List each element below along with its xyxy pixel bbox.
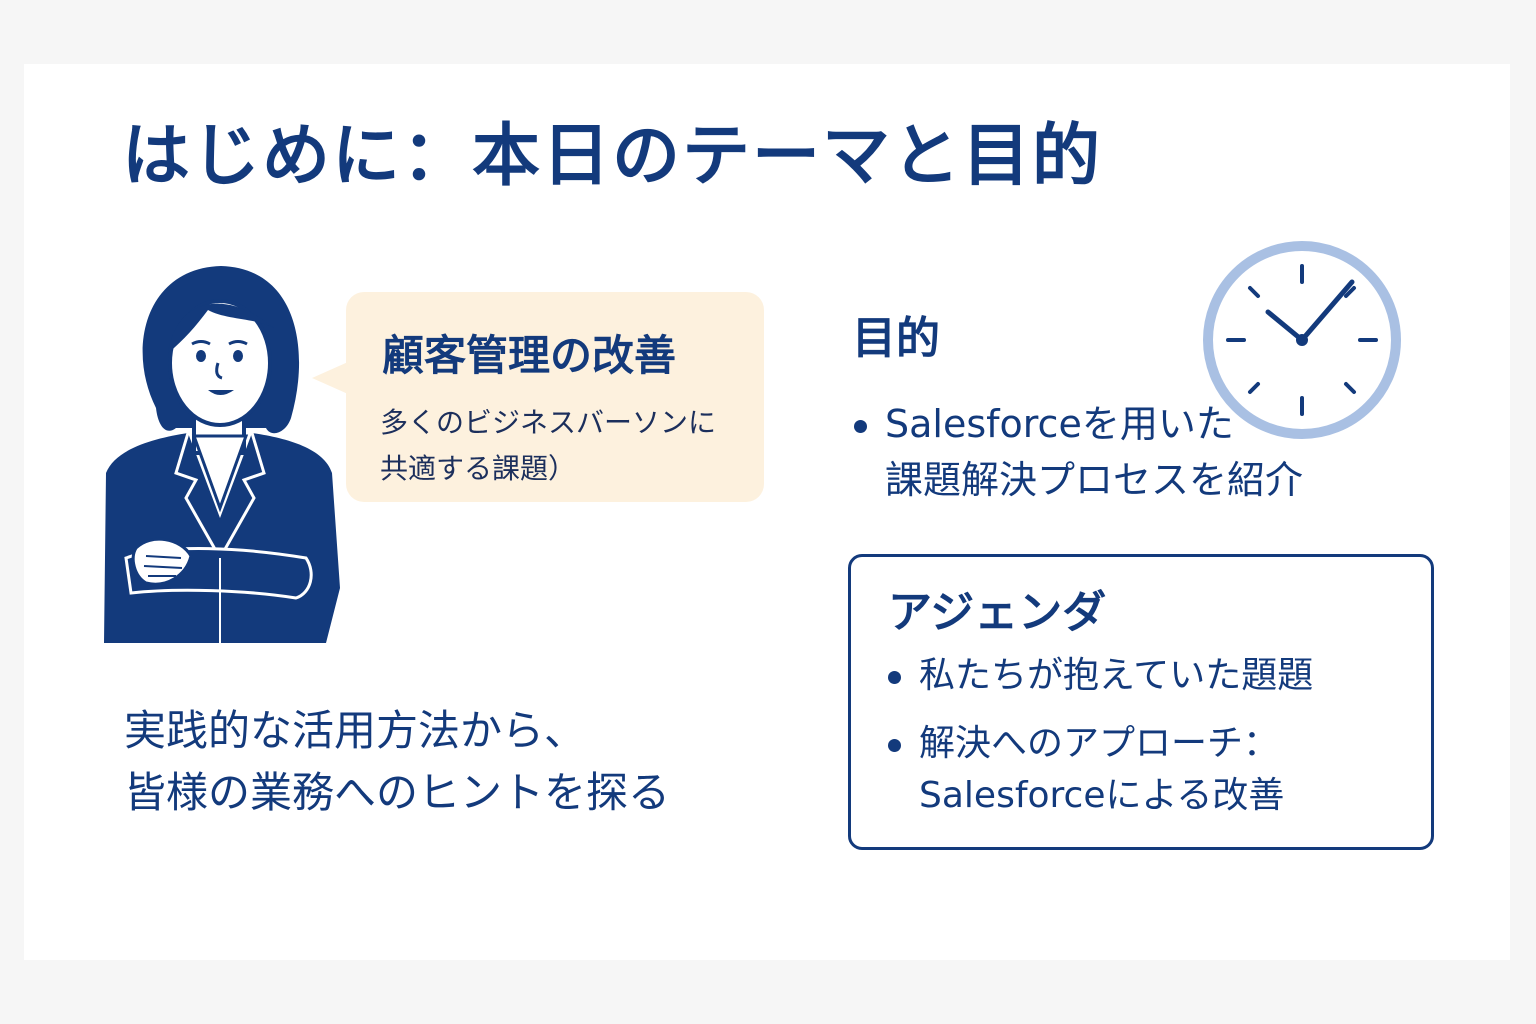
agenda-item-2: 解決へのアプローチ： Salesforceによる改善: [888, 718, 1284, 822]
summary-line-1: 実践的な活用方法から、: [124, 706, 587, 755]
businesswoman-icon: [104, 266, 340, 643]
agenda-item-2-line-1: 解決へのアプローチ：: [919, 723, 1280, 764]
purpose-bullet-line-2: 課題解決プロセスを紹介: [885, 458, 1304, 502]
bullet-icon: [888, 738, 901, 752]
clock-icon: [1203, 241, 1401, 439]
bubble-text-line-2: 共適する課題）: [380, 452, 577, 485]
agenda-item-1: 私たちが抱えていた題題: [888, 650, 1313, 702]
bubble-title: 顧客管理の改善: [382, 331, 677, 380]
summary-line-2: 皆様の業務へのヒントを探る: [124, 768, 671, 817]
agenda-heading: アジェンダ: [888, 587, 1107, 638]
bubble-text: 多くのビジネスバーソンに 共適する課題）: [380, 400, 750, 492]
agenda-item-1-text: 私たちが抱えていた題題: [919, 655, 1314, 696]
speech-bubble-tail: [312, 362, 348, 394]
purpose-heading: 目的: [852, 313, 940, 364]
slide-title: はじめに：本日のテーマと目的: [122, 117, 1103, 196]
bubble-text-line-1: 多くのビジネスバーソンに: [380, 406, 717, 439]
summary-text: 実践的な活用方法から、 皆様の業務へのヒントを探る: [124, 700, 670, 824]
bullet-icon: [888, 670, 901, 684]
bullet-icon: [854, 420, 867, 433]
purpose-bullet-line-1: Salesforceを用いた: [885, 402, 1234, 446]
agenda-item-2-line-2: Salesforceによる改善: [919, 775, 1285, 816]
